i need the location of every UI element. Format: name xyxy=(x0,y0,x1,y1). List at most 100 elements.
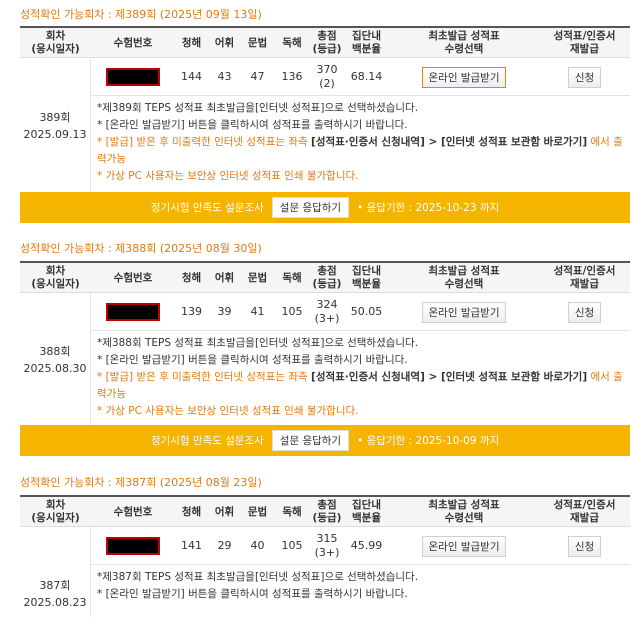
note-line: * 가상 PC 사용자는 보안상 인터넷 성적표 인쇄 불가합니다. xyxy=(97,170,359,182)
exam-date: 2025.09.13 xyxy=(23,128,87,141)
header-first-issue: 최초발급 성적표 수령선택 xyxy=(428,499,500,524)
note-line: *제388회 TEPS 성적표 최초발급을[인터넷 성적표]으로 선택하셨습니다… xyxy=(97,337,419,349)
online-issue-button[interactable]: 온라인 발급받기 xyxy=(421,66,507,88)
score-reading: 105 xyxy=(281,539,303,552)
reissue-cell: 신청 xyxy=(539,293,630,331)
issue-cell: 온라인 발급받기 xyxy=(389,293,539,331)
score-row: 141 29 40 105 315 (3+) 45.99 온라인 발급받기 신청 xyxy=(91,527,630,565)
header-round: 회차 (응시일자) xyxy=(31,30,80,55)
survey-bar: 정기시험 만족도 설문조사 설문 응답하기 • 응답기한 : 2025-10-2… xyxy=(20,192,630,223)
table-header: 회차 (응시일자) 수험번호 청해 어휘 문법 독해 총점 (등급) 집단내 백… xyxy=(20,263,630,293)
header-vocab: 어휘 xyxy=(214,505,235,518)
note-text: * [발급] 받은 후 미출력한 인터넷 성적표는 좌측 xyxy=(97,371,308,383)
score-listening: 141 xyxy=(181,539,202,552)
header-percentile: 집단내 백분율 xyxy=(352,265,381,290)
survey-button[interactable]: 설문 응답하기 xyxy=(271,430,350,451)
note-text: * [발급] 받은 후 미출력한 인터넷 성적표는 좌측 xyxy=(97,136,308,148)
header-grammar: 문법 xyxy=(247,36,268,49)
score-grammar: 40 xyxy=(250,539,265,552)
score-vocab: 39 xyxy=(217,305,232,318)
notes: *제388회 TEPS 성적표 최초발급을[인터넷 성적표]으로 선택하셨습니다… xyxy=(91,331,630,420)
exam-date: 2025.08.30 xyxy=(23,362,87,375)
header-round: 회차 (응시일자) xyxy=(31,265,80,290)
notes: *제387회 TEPS 성적표 최초발급을[인터넷 성적표]으로 선택하셨습니다… xyxy=(91,565,630,603)
score-percentile: 68.14 xyxy=(350,70,383,83)
archive-link[interactable]: [성적표·인증서 신청내역] > [인터넷 성적표 보관함 바로가기] xyxy=(311,136,587,148)
round-number: 388회 xyxy=(39,345,71,358)
score-total: 324 (3+) xyxy=(314,298,340,325)
header-reissue: 성적표/인증서 재발급 xyxy=(553,499,616,524)
header-vocab: 어휘 xyxy=(214,271,235,284)
header-percentile: 집단내 백분율 xyxy=(352,499,381,524)
header-vocab: 어휘 xyxy=(214,36,235,49)
reissue-button[interactable]: 신청 xyxy=(567,66,602,88)
round-number: 387회 xyxy=(39,579,71,592)
score-table: 회차 (응시일자) 수험번호 청해 어휘 문법 독해 총점 (등급) 집단내 백… xyxy=(20,495,630,617)
table-header: 회차 (응시일자) 수험번호 청해 어휘 문법 독해 총점 (등급) 집단내 백… xyxy=(20,28,630,58)
score-listening: 139 xyxy=(181,305,202,318)
note-line: * 가상 PC 사용자는 보안상 인터넷 성적표 인쇄 불가합니다. xyxy=(97,405,359,417)
survey-deadline: • 응답기한 : 2025-10-09 까지 xyxy=(357,435,500,447)
round-cell: 389회 2025.09.13 xyxy=(20,58,91,194)
header-listening: 청해 xyxy=(181,505,202,518)
exam-date: 2025.08.23 xyxy=(23,596,87,609)
score-row: 139 39 41 105 324 (3+) 50.05 온라인 발급받기 신청 xyxy=(91,293,630,331)
header-percentile: 집단내 백분율 xyxy=(352,30,381,55)
reissue-cell: 신청 xyxy=(539,58,630,96)
survey-deadline: • 응답기한 : 2025-10-23 까지 xyxy=(357,202,500,214)
section-title: 성적확인 가능회차 : 제389회 (2025년 09월 13일) xyxy=(20,8,262,21)
notes: *제389회 TEPS 성적표 최초발급을[인터넷 성적표]으로 선택하셨습니다… xyxy=(91,96,630,185)
reissue-cell: 신청 xyxy=(539,527,630,565)
score-table: 회차 (응시일자) 수험번호 청해 어휘 문법 독해 총점 (등급) 집단내 백… xyxy=(20,26,630,194)
score-grammar: 47 xyxy=(250,70,265,83)
note-line: * [온라인 발급받기] 버튼을 클릭하시여 성적표를 출력하시기 바랍니다. xyxy=(97,588,408,600)
header-total: 총점 (등급) xyxy=(312,30,342,55)
reissue-button[interactable]: 신청 xyxy=(567,535,602,557)
header-round: 회차 (응시일자) xyxy=(31,499,80,524)
score-listening: 144 xyxy=(181,70,202,83)
score-vocab: 43 xyxy=(217,70,232,83)
score-total: 315 (3+) xyxy=(314,532,340,559)
score-total: 370 (2) xyxy=(316,63,338,90)
header-first-issue: 최초발급 성적표 수령선택 xyxy=(428,30,500,55)
score-row: 144 43 47 136 370 (2) 68.14 온라인 발급받기 신청 xyxy=(91,58,630,96)
exam-number-redacted xyxy=(91,58,175,96)
round-cell: 388회 2025.08.30 xyxy=(20,293,91,427)
round-cell: 387회 2025.08.23 xyxy=(20,527,91,617)
reissue-button[interactable]: 신청 xyxy=(567,301,602,323)
score-reading: 105 xyxy=(281,305,303,318)
section-title: 성적확인 가능회차 : 제387회 (2025년 08월 23일) xyxy=(20,476,262,489)
score-percentile: 45.99 xyxy=(350,539,383,552)
archive-link[interactable]: [성적표·인증서 신청내역] > [인터넷 성적표 보관함 바로가기] xyxy=(311,371,587,383)
survey-bar: 정기시험 만족도 설문조사 설문 응답하기 • 응답기한 : 2025-10-0… xyxy=(20,425,630,456)
score-reading: 136 xyxy=(281,70,303,83)
note-line: *제389회 TEPS 성적표 최초발급을[인터넷 성적표]으로 선택하셨습니다… xyxy=(97,102,419,114)
header-first-issue: 최초발급 성적표 수령선택 xyxy=(428,265,500,290)
note-line: * [발급] 받은 후 미출력한 인터넷 성적표는 좌측 [성적표·인증서 신청… xyxy=(97,369,624,403)
score-percentile: 50.05 xyxy=(350,305,383,318)
section-title: 성적확인 가능회차 : 제388회 (2025년 08월 30일) xyxy=(20,242,262,255)
survey-label: 정기시험 만족도 설문조사 xyxy=(150,435,264,447)
header-exam-number: 수험번호 xyxy=(113,271,153,284)
note-line: *제387회 TEPS 성적표 최초발급을[인터넷 성적표]으로 선택하셨습니다… xyxy=(97,571,419,583)
score-vocab: 29 xyxy=(217,539,232,552)
header-reading: 독해 xyxy=(282,505,302,518)
survey-button[interactable]: 설문 응답하기 xyxy=(271,197,350,218)
header-listening: 청해 xyxy=(181,36,202,49)
header-reissue: 성적표/인증서 재발급 xyxy=(553,30,616,55)
online-issue-button[interactable]: 온라인 발급받기 xyxy=(421,535,507,557)
exam-number-redacted xyxy=(91,293,175,331)
header-total: 총점 (등급) xyxy=(312,499,342,524)
header-grammar: 문법 xyxy=(247,505,268,518)
online-issue-button[interactable]: 온라인 발급받기 xyxy=(421,301,507,323)
header-exam-number: 수험번호 xyxy=(113,36,153,49)
header-reading: 독해 xyxy=(282,271,302,284)
note-line: * [온라인 발급받기] 버튼을 클릭하시여 성적표를 출력하시기 바랍니다. xyxy=(97,119,408,131)
note-line: * [온라인 발급받기] 버튼을 클릭하시여 성적표를 출력하시기 바랍니다. xyxy=(97,354,408,366)
round-number: 389회 xyxy=(39,111,71,124)
issue-cell: 온라인 발급받기 xyxy=(389,527,539,565)
header-reissue: 성적표/인증서 재발급 xyxy=(553,265,616,290)
header-grammar: 문법 xyxy=(247,271,268,284)
header-exam-number: 수험번호 xyxy=(113,505,153,518)
issue-cell: 온라인 발급받기 xyxy=(389,58,539,96)
